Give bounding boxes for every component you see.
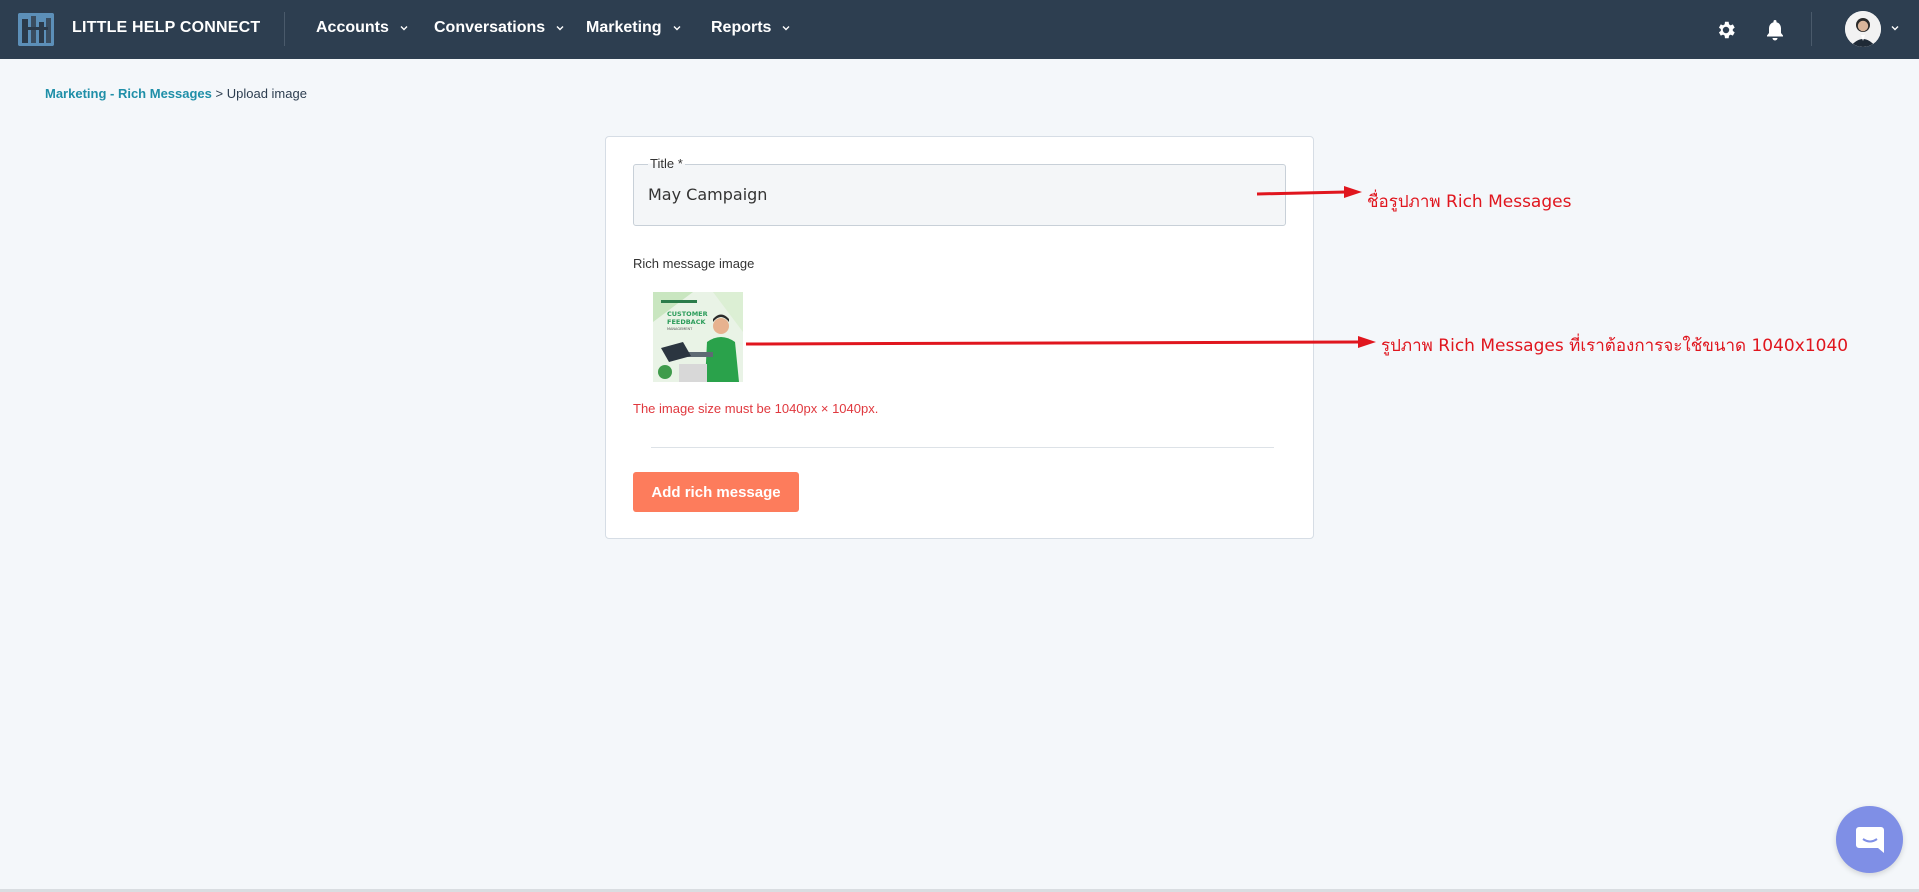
annotation-arrow-title	[1256, 190, 1347, 196]
annotation-title-note: ชื่อรูปภาพ Rich Messages	[1367, 192, 1572, 212]
annotation-image-note: รูปภาพ Rich Messages ที่เราต้องการจะใช้ข…	[1381, 336, 1849, 356]
annotation-arrow-image	[745, 340, 1361, 346]
annotation-arrows	[745, 186, 1376, 348]
arrow-head-icon	[1358, 336, 1376, 348]
chat-widget-button[interactable]	[1836, 806, 1903, 873]
chat-bubble-icon	[1855, 826, 1884, 853]
arrow-head-icon	[1344, 186, 1362, 198]
